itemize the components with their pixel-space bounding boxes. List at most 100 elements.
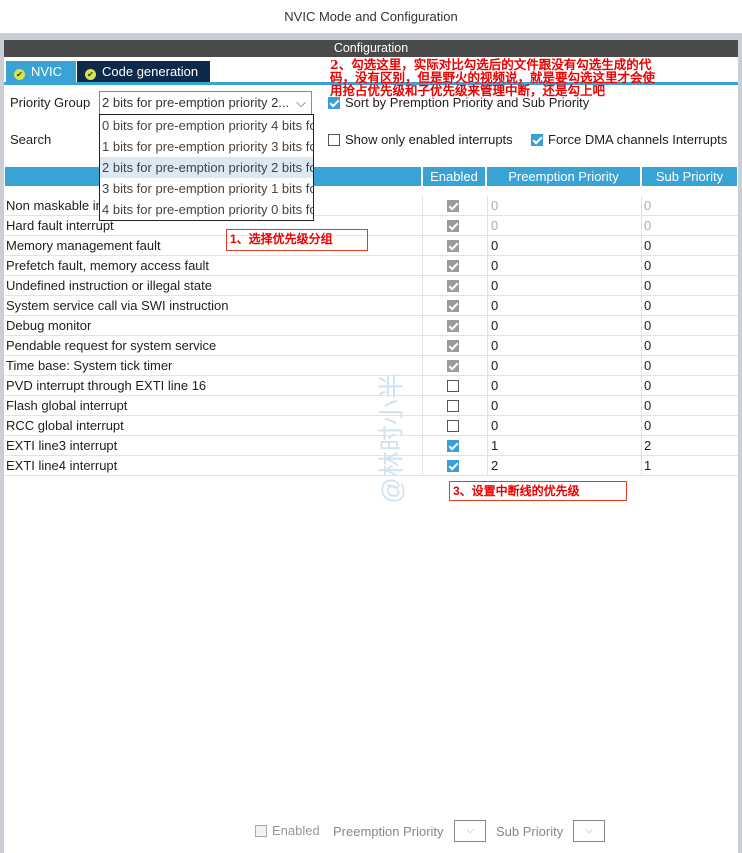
interrupt-name: System service call via SWI instruction bbox=[6, 298, 229, 313]
sub-priority-cell[interactable]: 0 bbox=[641, 356, 651, 376]
dropdown-option[interactable]: 1 bits for pre-emption priority 3 bits f… bbox=[100, 136, 313, 157]
tab-nvic[interactable]: ✔ NVIC bbox=[6, 61, 76, 82]
sub-priority-cell[interactable]: 0 bbox=[641, 256, 651, 276]
preemption-priority-cell[interactable]: 0 bbox=[487, 336, 641, 356]
enabled-checkbox bbox=[422, 236, 464, 256]
annotation-line: 用抢占优先级和子优先级来管理中断，还是勾上吧 bbox=[330, 83, 606, 98]
checkbox[interactable] bbox=[447, 400, 459, 412]
checkbox bbox=[447, 260, 459, 272]
sub-priority-cell[interactable]: 0 bbox=[641, 276, 651, 296]
column-header-sub[interactable]: Sub Priority bbox=[642, 167, 737, 186]
sub-priority-cell[interactable]: 2 bbox=[641, 436, 651, 456]
preemption-priority-cell[interactable]: 0 bbox=[487, 316, 641, 336]
dropdown-option[interactable]: 3 bits for pre-emption priority 1 bits f… bbox=[100, 178, 313, 199]
preemption-priority-cell[interactable]: 0 bbox=[487, 416, 641, 436]
interrupt-name: EXTI line4 interrupt bbox=[6, 458, 118, 473]
annotation-1: 1、选择优先级分组 bbox=[226, 229, 368, 251]
preemption-priority-cell[interactable]: 0 bbox=[487, 396, 641, 416]
interrupt-name: Time base: System tick timer bbox=[6, 358, 173, 373]
checkbox[interactable] bbox=[447, 440, 459, 452]
show-enabled-checkbox[interactable] bbox=[328, 134, 340, 146]
table-row[interactable]: Undefined instruction or illegal state 0… bbox=[5, 276, 738, 296]
chevron-down-icon: ⌵ bbox=[573, 820, 605, 842]
tab-label: NVIC bbox=[31, 64, 63, 79]
priority-group-label: Priority Group bbox=[10, 95, 91, 110]
enabled-checkbox[interactable] bbox=[255, 825, 267, 837]
dropdown-option[interactable]: 4 bits for pre-emption priority 0 bits f… bbox=[100, 199, 313, 220]
table-row[interactable]: Prefetch fault, memory access fault 0 0 bbox=[5, 256, 738, 276]
sub-priority-cell[interactable]: 0 bbox=[641, 316, 651, 336]
sub-priority-cell[interactable]: 0 bbox=[641, 396, 651, 416]
sub-priority-cell[interactable]: 0 bbox=[641, 376, 651, 396]
chevron-down-icon: ⌵ bbox=[296, 95, 306, 110]
sub-priority-cell[interactable]: 0 bbox=[641, 296, 651, 316]
checkbox bbox=[447, 200, 459, 212]
preemption-priority-cell[interactable]: 0 bbox=[487, 256, 641, 276]
preemption-select[interactable]: ⌵ bbox=[454, 820, 486, 842]
interrupt-name: PVD interrupt through EXTI line 16 bbox=[6, 378, 207, 393]
checkbox[interactable] bbox=[447, 380, 459, 392]
sub-priority-cell[interactable]: 1 bbox=[641, 456, 651, 476]
sub-priority-cell[interactable]: 0 bbox=[641, 416, 651, 436]
show-enabled-label: Show only enabled interrupts bbox=[345, 132, 513, 147]
check-circle-icon: ✔ bbox=[85, 69, 96, 80]
enabled-checkbox[interactable] bbox=[422, 376, 464, 396]
sub-priority-cell[interactable]: 0 bbox=[641, 216, 651, 236]
footer-sub-label: Sub Priority bbox=[496, 824, 564, 839]
checkbox bbox=[447, 320, 459, 332]
tab-label: Code generation bbox=[102, 64, 199, 79]
interrupt-name: RCC global interrupt bbox=[6, 418, 124, 433]
preemption-priority-cell[interactable]: 0 bbox=[487, 356, 641, 376]
sub-priority-cell[interactable]: 0 bbox=[641, 196, 651, 216]
column-header-preemption[interactable]: Preemption Priority bbox=[487, 167, 640, 186]
preemption-priority-cell[interactable]: 0 bbox=[487, 236, 641, 256]
checkbox[interactable] bbox=[447, 420, 459, 432]
enabled-checkbox[interactable] bbox=[422, 416, 464, 436]
enabled-checkbox bbox=[422, 296, 464, 316]
footer-enabled[interactable]: Enabled bbox=[255, 823, 320, 838]
interrupt-name: EXTI line3 interrupt bbox=[6, 438, 118, 453]
table-row[interactable]: Memory management fault 0 0 bbox=[5, 236, 738, 256]
checkbox bbox=[447, 220, 459, 232]
force-dma-checkbox[interactable] bbox=[531, 134, 543, 146]
enabled-checkbox[interactable] bbox=[422, 436, 464, 456]
preemption-priority-cell[interactable]: 0 bbox=[487, 196, 641, 216]
footer-preemption-label: Preemption Priority bbox=[333, 824, 444, 839]
enabled-checkbox[interactable] bbox=[422, 456, 464, 476]
checkbox bbox=[447, 280, 459, 292]
checkbox[interactable] bbox=[447, 460, 459, 472]
preemption-priority-cell[interactable]: 2 bbox=[487, 456, 641, 476]
dropdown-option[interactable]: 2 bits for pre-emption priority 2 bits f… bbox=[100, 157, 313, 178]
interrupt-name: Memory management fault bbox=[6, 238, 161, 253]
force-dma-option[interactable]: Force DMA channels Interrupts bbox=[531, 132, 727, 147]
sort-checkbox[interactable] bbox=[328, 97, 340, 109]
checkbox bbox=[447, 340, 459, 352]
footer-bar: Enabled Preemption Priority ⌵ Sub Priori… bbox=[4, 818, 738, 853]
preemption-priority-cell[interactable]: 0 bbox=[487, 296, 641, 316]
interrupt-name: Debug monitor bbox=[6, 318, 92, 333]
interrupt-name: Prefetch fault, memory access fault bbox=[6, 258, 210, 273]
configuration-header: Configuration bbox=[4, 40, 738, 57]
enabled-checkbox bbox=[422, 336, 464, 356]
table-row[interactable]: System service call via SWI instruction … bbox=[5, 296, 738, 316]
preemption-priority-cell[interactable]: 0 bbox=[487, 276, 641, 296]
column-header-enabled[interactable]: Enabled bbox=[423, 167, 485, 186]
enabled-checkbox bbox=[422, 356, 464, 376]
checkbox bbox=[447, 300, 459, 312]
preemption-priority-cell[interactable]: 0 bbox=[487, 376, 641, 396]
sub-priority-select[interactable]: ⌵ bbox=[573, 820, 605, 842]
sub-priority-cell[interactable]: 0 bbox=[641, 236, 651, 256]
priority-group-select[interactable]: 2 bits for pre-emption priority 2... ⌵ bbox=[99, 91, 312, 115]
annotation-2: 2、勾选这里，实际对比勾选后的文件跟没有勾选生成的代 码，没有区别，但是野火的视… bbox=[330, 58, 655, 97]
enabled-checkbox[interactable] bbox=[422, 396, 464, 416]
tab-code-generation[interactable]: ✔ Code generation bbox=[77, 61, 210, 82]
sub-priority-cell[interactable]: 0 bbox=[641, 336, 651, 356]
preemption-priority-cell[interactable]: 0 bbox=[487, 216, 641, 236]
preemption-priority-cell[interactable]: 1 bbox=[487, 436, 641, 456]
enabled-checkbox bbox=[422, 276, 464, 296]
dropdown-option[interactable]: 0 bits for pre-emption priority 4 bits f… bbox=[100, 115, 313, 136]
table-row[interactable]: Debug monitor 0 0 bbox=[5, 316, 738, 336]
enabled-checkbox bbox=[422, 256, 464, 276]
show-enabled-option[interactable]: Show only enabled interrupts bbox=[328, 132, 513, 147]
enabled-checkbox bbox=[422, 196, 464, 216]
